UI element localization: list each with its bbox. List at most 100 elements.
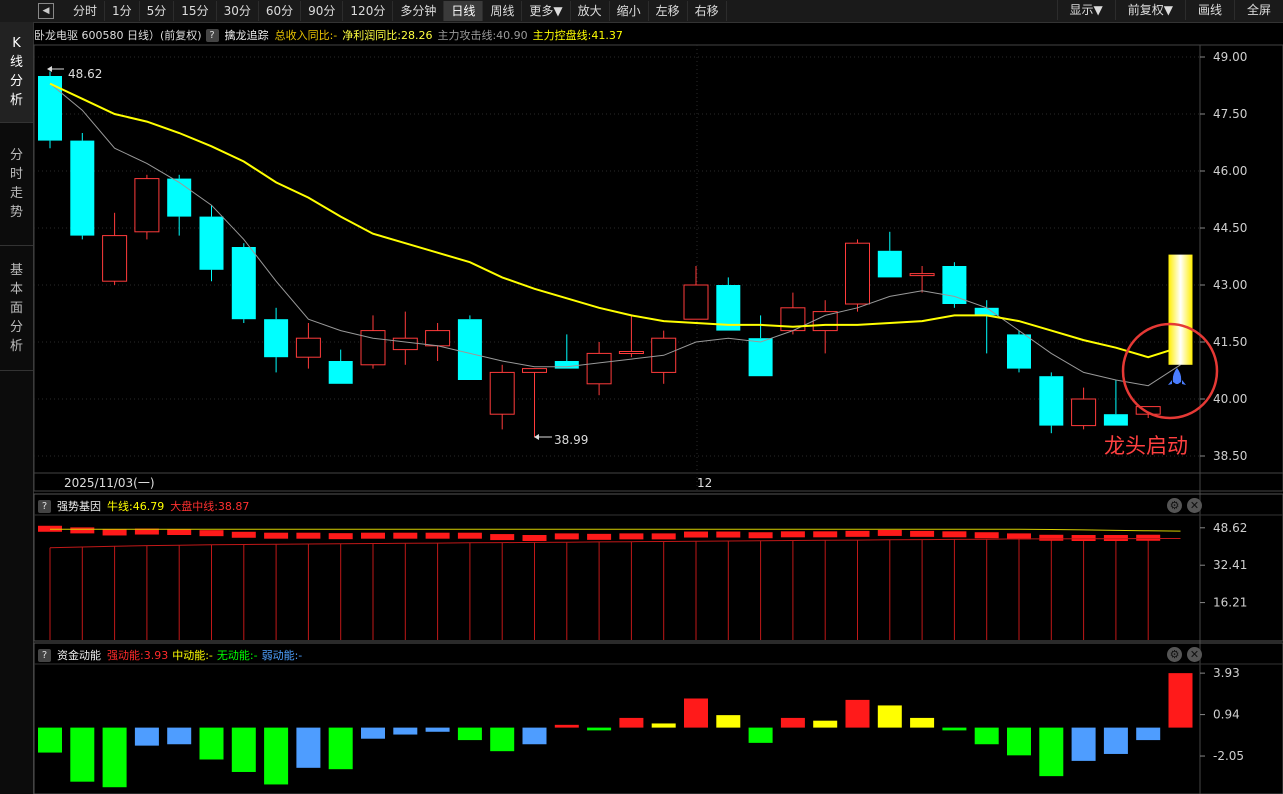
- mid-line: [49, 538, 1181, 549]
- strength-bar: [70, 527, 95, 534]
- candle-body: [328, 361, 353, 384]
- close-icon[interactable]: ✕: [1187, 498, 1202, 513]
- sidebar-tab-char: 时: [9, 167, 23, 182]
- capital-bar: [1168, 673, 1193, 728]
- period-button[interactable]: 分时: [66, 1, 106, 21]
- candle-body: [457, 319, 482, 380]
- signal-bar: [1168, 254, 1193, 365]
- candle-body: [618, 351, 644, 354]
- back-arrow-icon[interactable]: ◀: [38, 3, 54, 19]
- candle-body: [845, 242, 870, 305]
- candle-body: [489, 371, 515, 415]
- candle-body: [877, 250, 902, 278]
- candle-body: [1071, 398, 1097, 427]
- low-price-label: 38.99: [554, 433, 588, 447]
- candle-body: [651, 337, 677, 373]
- sidebar-tab-char: 析: [9, 338, 23, 354]
- mid-line-label: 大盘中线:38.87: [170, 500, 250, 513]
- capital-label: 中动能:-: [172, 649, 213, 662]
- sidebar-tab-char: K: [12, 36, 21, 51]
- period-button[interactable]: 5分: [140, 1, 175, 21]
- help-icon[interactable]: ?: [38, 499, 51, 513]
- strength-bar: [361, 532, 385, 539]
- period-button[interactable]: 缩小: [610, 1, 649, 21]
- capital-bar: [1071, 727, 1096, 761]
- candle-body: [425, 330, 451, 347]
- capital-header: ? 资金动能 强动能:3.93 中动能:- 无动能:- 弱动能:-: [34, 646, 306, 664]
- indicator-value: 主力攻击线:40.90: [437, 29, 528, 42]
- strength-bar: [1103, 535, 1128, 541]
- period-button[interactable]: 周线: [483, 1, 523, 21]
- sidebar-tab-char: 势: [9, 205, 23, 220]
- sidebar-tab[interactable]: 基本面分析: [0, 246, 33, 371]
- toolbar-right-button[interactable]: 画线: [1184, 0, 1234, 20]
- sidebar-tab[interactable]: 分时走势: [0, 123, 33, 246]
- strength-bar: [393, 532, 418, 539]
- strength-bar: [1007, 533, 1031, 540]
- help-icon[interactable]: ?: [38, 648, 51, 662]
- price-tick-label: 40.00: [1213, 392, 1247, 406]
- sidebar-tab-char: 分: [9, 74, 23, 89]
- sidebar-tab-char: 线: [9, 55, 23, 70]
- main-panel-frame: [33, 44, 1283, 492]
- ma-yellow-line: [49, 82, 1181, 359]
- capital-bar: [651, 723, 676, 728]
- capital-bar: [877, 705, 902, 728]
- highlight-circle: [1121, 322, 1219, 420]
- capital-bar: [522, 727, 547, 745]
- capital-bar: [974, 727, 999, 745]
- close-icon[interactable]: ✕: [1187, 647, 1202, 662]
- candle-body: [360, 330, 386, 366]
- capital-bar: [587, 727, 612, 731]
- candle-body: [231, 247, 256, 320]
- period-button[interactable]: 60分: [259, 1, 302, 21]
- capital-bar: [167, 727, 192, 745]
- date-label: 2025/11/03(一): [64, 476, 155, 490]
- strength-bar: [780, 531, 805, 538]
- period-button[interactable]: 120分: [343, 1, 394, 21]
- gear-icon[interactable]: ⚙: [1167, 647, 1182, 662]
- capital-bar: [328, 727, 353, 770]
- period-button[interactable]: 90分: [301, 1, 344, 21]
- candle-body: [586, 352, 612, 385]
- candle-body: [134, 178, 160, 233]
- toolbar-right-button[interactable]: 显示▼: [1056, 0, 1115, 20]
- capital-bar: [716, 715, 741, 728]
- capital-tick-label: 3.93: [1213, 666, 1240, 680]
- strength-bar: [296, 532, 321, 539]
- help-icon[interactable]: ?: [205, 28, 219, 42]
- toolbar-right-button[interactable]: 前复权▼: [1114, 0, 1185, 20]
- period-button[interactable]: 左移: [649, 1, 688, 21]
- strength-bar: [522, 535, 547, 541]
- sidebar-tab-char: 分: [9, 319, 23, 335]
- period-button[interactable]: 更多▼: [522, 1, 571, 21]
- capital-bar: [554, 724, 579, 728]
- candle-body: [909, 273, 935, 277]
- period-button[interactable]: 日线: [444, 1, 484, 21]
- candle-body: [1007, 334, 1031, 369]
- strength-bar: [716, 531, 741, 538]
- strength-bar: [910, 530, 935, 537]
- main-chart-header: 卧龙电驱 600580 日线）(前复权) ? 擒龙追踪 总收入同比:- 净利润同比…: [34, 26, 628, 44]
- sidebar-tab[interactable]: K线分析: [0, 22, 33, 123]
- strength-bar: [1071, 535, 1096, 541]
- strength-bar: [684, 531, 708, 538]
- capital-tick-label: -2.05: [1213, 749, 1244, 763]
- rocket-icon: [1168, 368, 1186, 385]
- toolbar-right-button[interactable]: 全屏: [1233, 0, 1283, 20]
- strength-bar: [38, 525, 62, 532]
- strength-bar: [102, 529, 127, 536]
- capital-bar: [134, 727, 159, 746]
- period-button[interactable]: 右移: [688, 1, 727, 21]
- strength-bar: [167, 529, 192, 535]
- period-button[interactable]: 30分: [217, 1, 259, 21]
- gear-icon[interactable]: ⚙: [1167, 498, 1182, 513]
- period-buttons: 分时 1分 5分 15分 30分 60分 90分 120分 多分钟 日线 周线 更多▼ 放大 缩小 左移 右移: [66, 0, 727, 22]
- sidebar-tab-char: 分: [9, 148, 23, 163]
- period-button[interactable]: 放大: [571, 1, 610, 21]
- period-button[interactable]: 15分: [174, 1, 217, 21]
- capital-bar: [70, 727, 95, 782]
- indicator-values: 总收入同比:- 净利润同比:28.26 主力攻击线:40.90 主力控盘线:41.37: [275, 27, 628, 43]
- period-button[interactable]: 1分: [105, 1, 140, 21]
- period-button[interactable]: 多分钟: [393, 1, 445, 21]
